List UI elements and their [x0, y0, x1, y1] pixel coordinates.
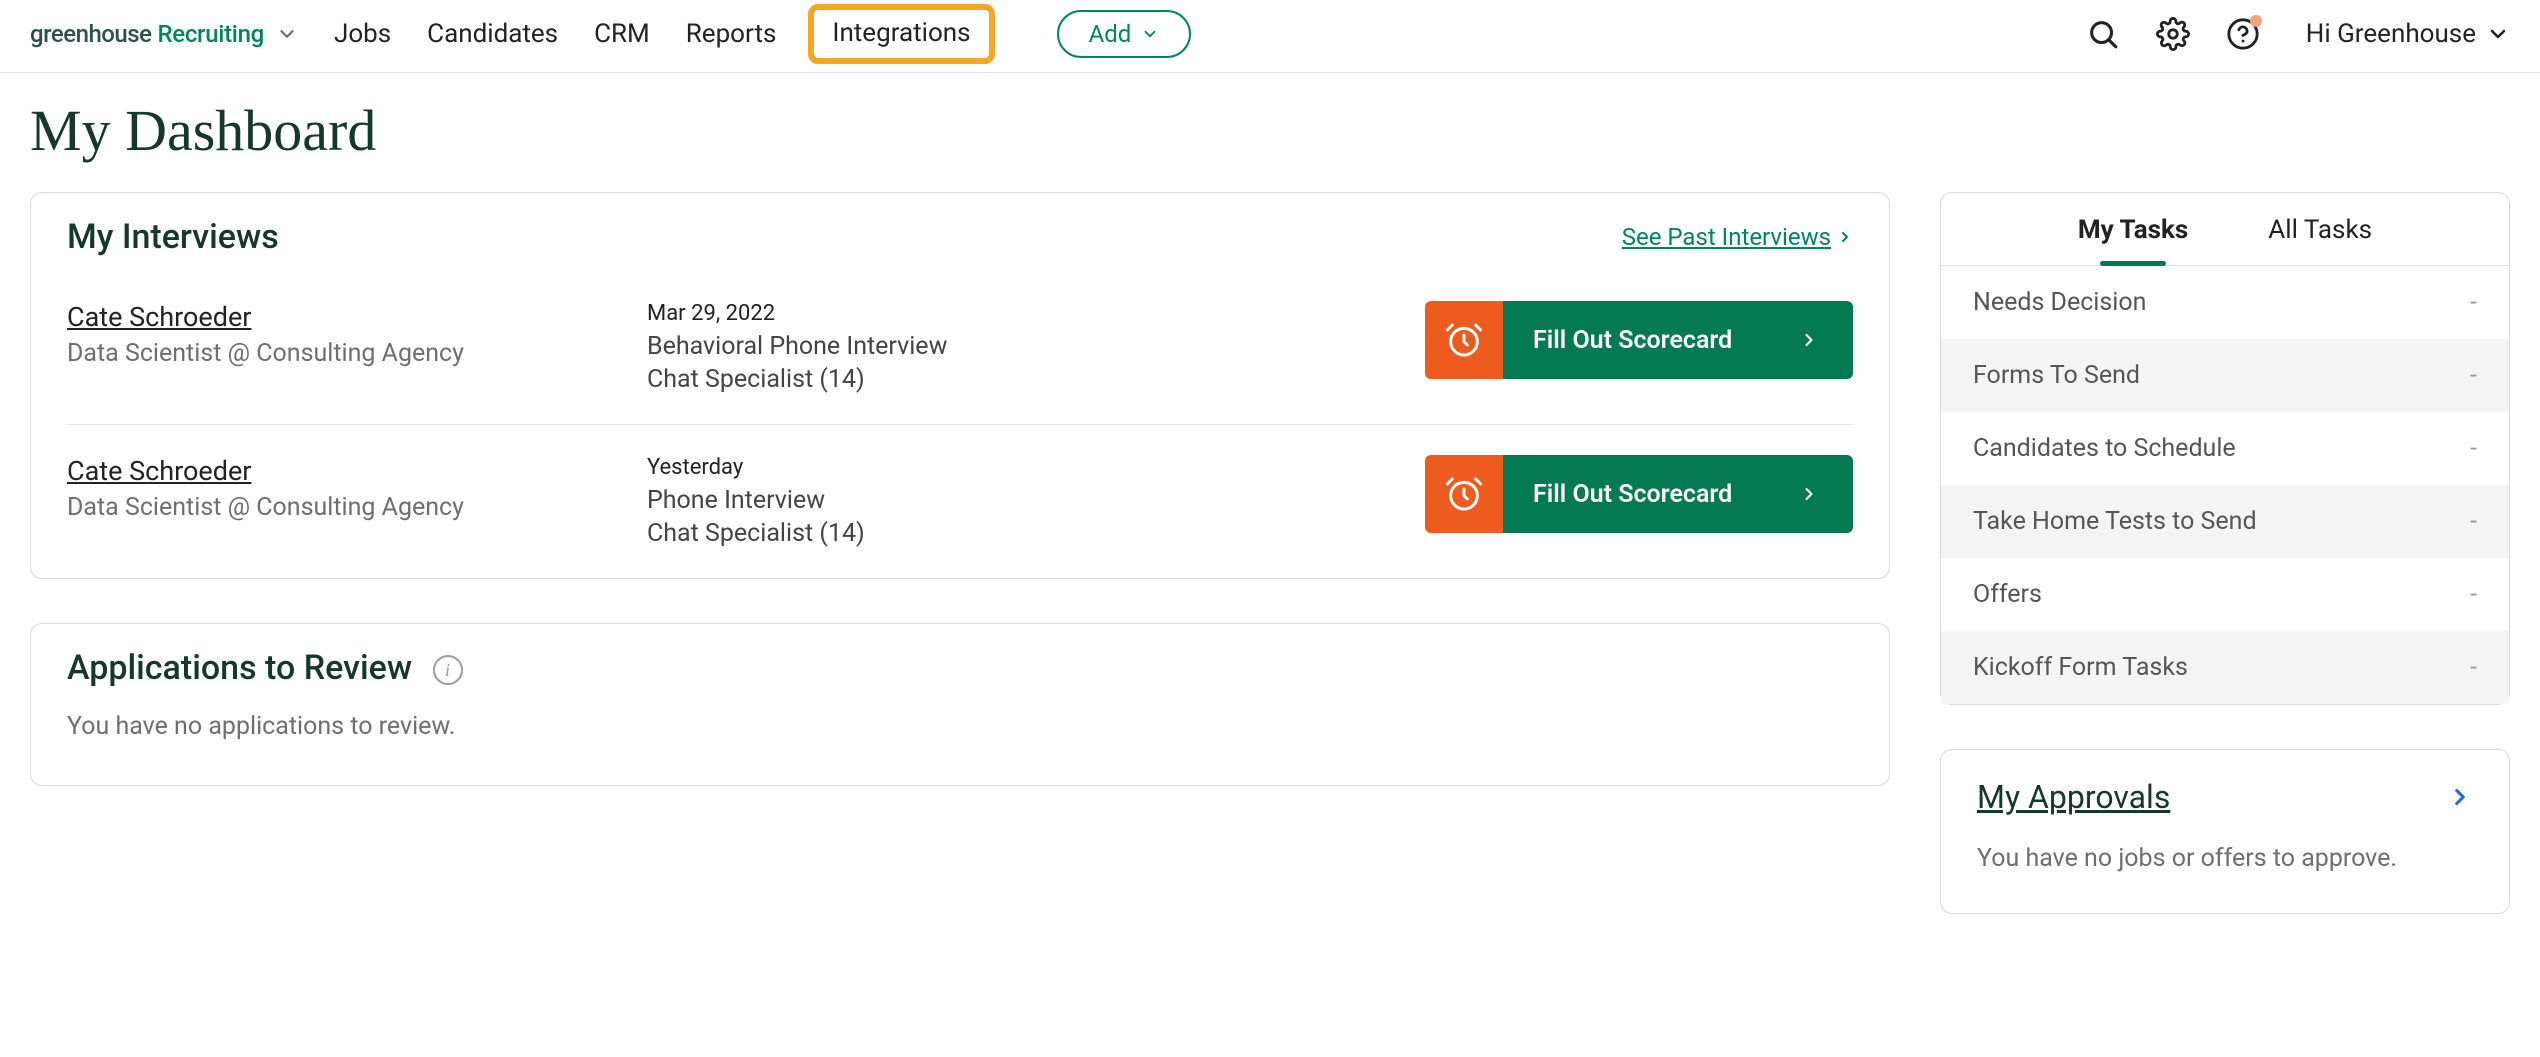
applications-title-text: Applications to Review [67, 648, 412, 688]
interview-date: Yesterday [647, 455, 1425, 480]
interview-row: Cate Schroeder Data Scientist @ Consulti… [67, 424, 1853, 578]
scorecard-label: Fill Out Scorecard [1533, 480, 1732, 509]
task-count: - [2470, 434, 2477, 463]
user-menu[interactable]: Hi Greenhouse [2306, 19, 2510, 49]
candidate-name-link[interactable]: Cate Schroeder [67, 301, 647, 333]
chevron-down-icon [1141, 25, 1159, 43]
task-count: - [2470, 507, 2477, 536]
candidate-role: Data Scientist @ Consulting Agency [67, 339, 647, 368]
task-label: Candidates to Schedule [1973, 434, 2236, 463]
task-label: Needs Decision [1973, 288, 2146, 317]
page-title: My Dashboard [30, 97, 2510, 164]
brand-logo[interactable]: greenhouse Recruiting [30, 20, 298, 48]
info-icon[interactable]: i [433, 655, 463, 685]
top-nav: greenhouse Recruiting Jobs Candidates CR… [0, 0, 2540, 73]
settings-icon[interactable] [2156, 17, 2190, 51]
task-label: Take Home Tests to Send [1973, 507, 2257, 536]
nav-jobs[interactable]: Jobs [334, 19, 391, 49]
task-row[interactable]: Needs Decision - [1941, 266, 2509, 339]
nav-crm[interactable]: CRM [594, 19, 650, 49]
task-label: Forms To Send [1973, 361, 2140, 390]
chevron-right-icon[interactable] [2447, 784, 2473, 810]
tab-all-tasks[interactable]: All Tasks [2268, 215, 2372, 265]
alarm-icon [1425, 455, 1503, 533]
my-interviews-title: My Interviews [67, 217, 279, 257]
scorecard-label: Fill Out Scorecard [1533, 326, 1732, 355]
alarm-icon [1425, 301, 1503, 379]
applications-title: Applications to Review i [67, 648, 463, 688]
task-row[interactable]: Take Home Tests to Send - [1941, 485, 2509, 558]
task-count: - [2470, 361, 2477, 390]
task-row[interactable]: Offers - [1941, 558, 2509, 631]
chevron-down-icon [2486, 22, 2510, 46]
interview-job: Chat Specialist (14) [647, 519, 1425, 548]
notification-dot-icon [2250, 15, 2262, 27]
search-icon[interactable] [2086, 17, 2120, 51]
user-greeting: Hi Greenhouse [2306, 19, 2476, 49]
chevron-right-icon [1799, 484, 1819, 504]
chevron-right-icon [1837, 229, 1853, 245]
chevron-down-icon [276, 23, 298, 45]
fill-scorecard-button[interactable]: Fill Out Scorecard [1425, 301, 1853, 379]
task-count: - [2470, 580, 2477, 609]
nav-candidates[interactable]: Candidates [427, 19, 558, 49]
applications-card: Applications to Review i You have no app… [30, 623, 1890, 786]
applications-empty-text: You have no applications to review. [31, 702, 1889, 785]
interview-type: Phone Interview [647, 486, 1425, 515]
task-label: Offers [1973, 580, 2042, 609]
nav-items: Jobs Candidates CRM Reports Integrations… [334, 10, 1191, 58]
tasks-tabs: My Tasks All Tasks [1941, 193, 2509, 266]
task-label: Kickoff Form Tasks [1973, 653, 2188, 682]
see-past-interviews-link[interactable]: See Past Interviews [1622, 223, 1853, 251]
tab-my-tasks[interactable]: My Tasks [2078, 215, 2188, 265]
add-button[interactable]: Add [1057, 10, 1192, 58]
chevron-right-icon [1799, 330, 1819, 350]
interview-job: Chat Specialist (14) [647, 365, 1425, 394]
candidate-role: Data Scientist @ Consulting Agency [67, 493, 647, 522]
task-row[interactable]: Candidates to Schedule - [1941, 412, 2509, 485]
nav-integrations[interactable]: Integrations [808, 4, 994, 64]
my-approvals-link[interactable]: My Approvals [1977, 778, 2170, 816]
interview-row: Cate Schroeder Data Scientist @ Consulti… [31, 271, 1889, 424]
fill-scorecard-button[interactable]: Fill Out Scorecard [1425, 455, 1853, 533]
brand-part2: Recruiting [157, 20, 264, 48]
brand-part1: greenhouse [30, 20, 151, 48]
approvals-card: My Approvals You have no jobs or offers … [1940, 749, 2510, 914]
task-row[interactable]: Kickoff Form Tasks - [1941, 631, 2509, 704]
task-count: - [2470, 653, 2477, 682]
interview-type: Behavioral Phone Interview [647, 332, 1425, 361]
approvals-empty-text: You have no jobs or offers to approve. [1941, 824, 2509, 913]
task-row[interactable]: Forms To Send - [1941, 339, 2509, 412]
candidate-name-link[interactable]: Cate Schroeder [67, 455, 647, 487]
tasks-list: Needs Decision - Forms To Send - Candida… [1941, 266, 2509, 704]
nav-reports[interactable]: Reports [686, 19, 777, 49]
past-link-label: See Past Interviews [1622, 223, 1831, 251]
interview-date: Mar 29, 2022 [647, 301, 1425, 326]
task-count: - [2470, 288, 2477, 317]
help-icon[interactable] [2226, 17, 2260, 51]
tasks-card: My Tasks All Tasks Needs Decision - Form… [1940, 192, 2510, 705]
nav-icons: Hi Greenhouse [2086, 17, 2510, 51]
add-label: Add [1089, 20, 1132, 48]
my-interviews-card: My Interviews See Past Interviews Cate S… [30, 192, 1890, 579]
